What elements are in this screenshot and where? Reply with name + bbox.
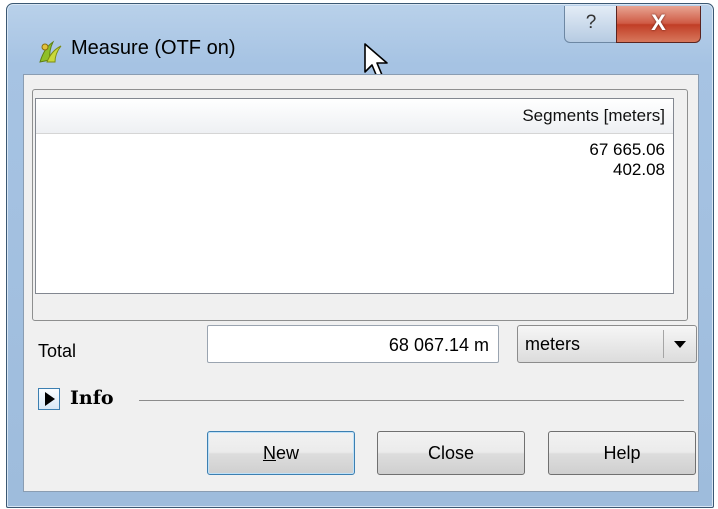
window-title: Measure (OTF on) bbox=[71, 37, 236, 59]
measure-dialog: Measure (OTF on) ? X Segments [meters] 6… bbox=[6, 3, 714, 508]
dialog-body: Segments [meters] 67 665.06 402.08 Total… bbox=[23, 74, 699, 492]
context-help-button[interactable]: ? bbox=[564, 6, 618, 43]
close-window-button[interactable]: X bbox=[616, 6, 701, 43]
table-row[interactable]: 67 665.06 bbox=[36, 140, 665, 160]
segments-rows: 67 665.06 402.08 bbox=[36, 134, 673, 180]
new-label-rest: ew bbox=[275, 443, 299, 463]
dropdown-arrow-icon bbox=[674, 341, 686, 348]
expand-info-button[interactable] bbox=[38, 388, 60, 410]
table-row[interactable]: 402.08 bbox=[36, 160, 665, 180]
total-value-field[interactable]: 68 067.14 m bbox=[207, 325, 499, 363]
segments-column-header[interactable]: Segments [meters] bbox=[36, 99, 673, 134]
close-button[interactable]: Close bbox=[377, 431, 525, 475]
triangle-right-icon bbox=[45, 392, 55, 406]
segments-groupbox: Segments [meters] 67 665.06 402.08 bbox=[32, 89, 688, 321]
help-button[interactable]: Help bbox=[548, 431, 696, 475]
units-selected-value: meters bbox=[525, 334, 581, 354]
new-accelerator: N bbox=[262, 443, 276, 463]
segments-table[interactable]: Segments [meters] 67 665.06 402.08 bbox=[35, 98, 674, 294]
dropdown-separator bbox=[663, 330, 664, 358]
qgis-icon bbox=[39, 40, 62, 63]
info-divider bbox=[139, 400, 684, 401]
new-button[interactable]: New bbox=[207, 431, 355, 475]
info-label[interactable]: Info bbox=[70, 387, 114, 409]
info-section: Info bbox=[38, 386, 694, 416]
title-bar[interactable]: Measure (OTF on) ? X bbox=[7, 4, 713, 78]
total-label: Total bbox=[38, 341, 77, 361]
units-dropdown[interactable]: meters bbox=[517, 325, 697, 363]
